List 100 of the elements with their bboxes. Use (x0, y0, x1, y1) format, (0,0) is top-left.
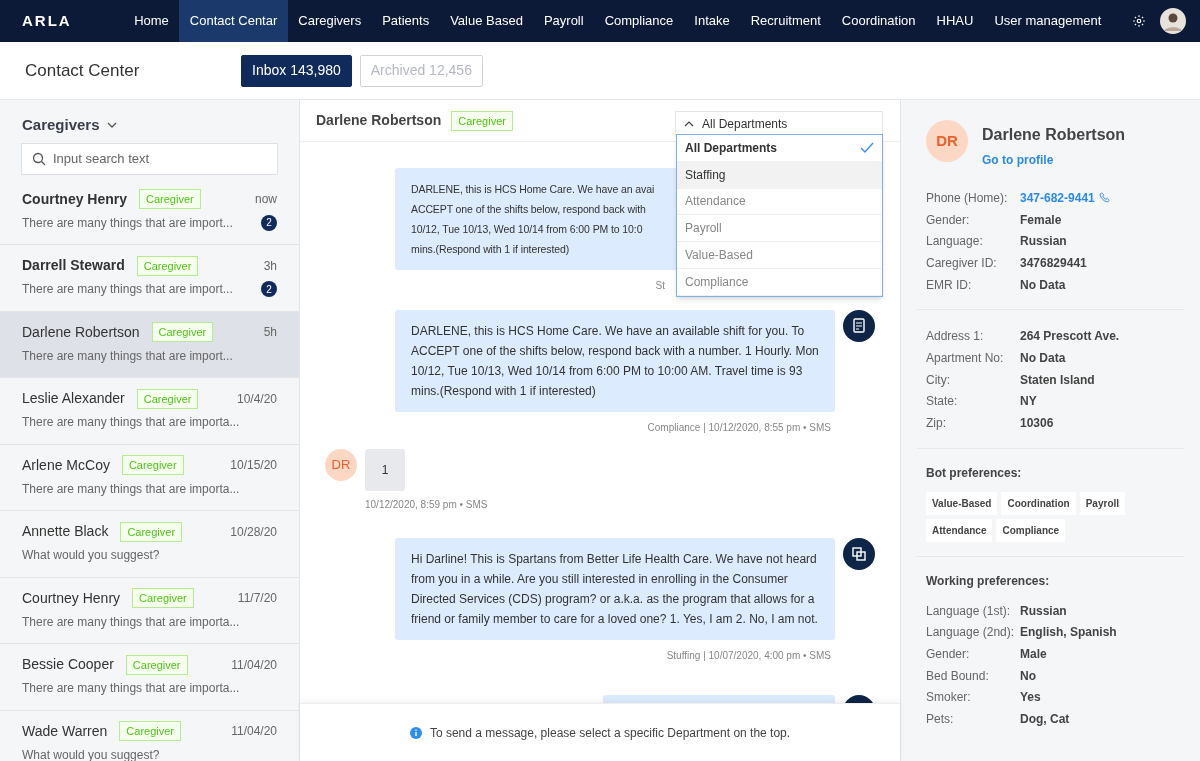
section-title: Working preferences: (926, 572, 1051, 590)
avatar[interactable] (1160, 8, 1186, 34)
nav-item[interactable]: Intake (683, 0, 741, 42)
contact-name: Courtney Henry (22, 588, 121, 608)
settings-icon[interactable] (1132, 14, 1146, 28)
check-icon (860, 141, 874, 154)
message-preview: There are many things that are import... (22, 281, 234, 298)
conversation-item[interactable]: Wade Warren Caregiver 11/04/20 What would you suggest? (0, 710, 299, 761)
field-value: 10306 (1020, 415, 1054, 433)
field-value: 264 Prescott Ave. (1020, 328, 1120, 346)
conversation-item[interactable]: Darrell Steward Caregiver 3h There are many things that are import... 2 (0, 245, 299, 312)
department-option[interactable]: Staffing (677, 161, 882, 189)
timestamp: 10/28/20 (230, 523, 277, 541)
list-title: Caregivers (22, 115, 100, 135)
nav-item[interactable]: HHAU (926, 0, 984, 42)
nav-item[interactable]: Home (123, 0, 180, 42)
nav-item[interactable]: Contact Centar (179, 0, 288, 42)
conversation-item[interactable]: Courtney Henry Caregiver 11/7/20 There are many things that are importa... (0, 577, 299, 644)
field-label: Zip: (926, 415, 947, 433)
conversation-item[interactable]: Annette Black Caregiver 10/28/20 What would you suggest? (0, 511, 299, 578)
field-value: 3476829441 (1020, 254, 1087, 272)
conversation-item[interactable]: Bessie Cooper Caregiver 11/04/20 There are many things that are importa... (0, 644, 299, 711)
nav-item[interactable]: Value Based (439, 0, 534, 42)
department-option[interactable]: Attendance (677, 188, 882, 216)
field-value: Russian (1020, 602, 1067, 620)
field-label: Caregiver ID: (926, 254, 998, 272)
nav-item[interactable]: Compliance (594, 0, 684, 42)
contact-name: Darrell Steward (22, 256, 125, 275)
contact-name: Wade Warren (22, 721, 108, 741)
message-preview: There are many things that are importa... (22, 680, 241, 697)
field-value: NY (1020, 393, 1037, 411)
conversation-item[interactable]: Arlene McCoy Caregiver 10/15/20 There are many things that are importa... (0, 444, 299, 511)
timestamp: 10/15/20 (230, 457, 277, 474)
section-title: Bot preferences: (926, 464, 1023, 482)
field-label: Pets: (926, 711, 955, 729)
nav-item[interactable]: Recruitment (740, 0, 832, 42)
copy-icon[interactable] (843, 538, 875, 570)
chat-contact-name: Darlene Robertson (316, 111, 442, 130)
preference-chip: Value-Based (926, 491, 998, 515)
timestamp: 11/04/20 (231, 656, 277, 674)
nav-item[interactable]: Payroll (533, 0, 595, 42)
message-meta: Compliance | 10/12/2020, 8:55 pm • SMS (647, 421, 831, 435)
message-meta: 10/12/2020, 8:59 pm • SMS (365, 498, 489, 512)
profile-avatar: DR (926, 120, 968, 162)
department-option[interactable]: All Departments (677, 135, 882, 162)
field-label: Apartment No: (926, 349, 1005, 367)
inbox-tab[interactable]: Inbox 143,980 (241, 54, 352, 87)
message-bubble: DARLENE, this is HCS Home Care. We have an available shift for you. To ACCEPT one of the shifts below, respond back with a number. 1 Hourly. Mon 10/12, Tue 10/13, Wed 10/14 from 6:00 PM to 10:00 AM. Travel time is 93 mins.(Respond with 1 if interested) (395, 310, 835, 412)
message-meta: Stuffing | 10/07/2020, 4:00 pm • SMS (666, 649, 831, 663)
notice-text: To send a message, please select a specific Department on the top. (429, 724, 791, 742)
message-preview: What would you suggest? (22, 746, 161, 761)
page-title: Contact Center (24, 59, 141, 82)
contact-name: Courtney Henry (22, 189, 128, 209)
field-label: State: (926, 393, 959, 411)
search-field[interactable]: Input search text (21, 142, 278, 175)
conversation-item[interactable]: Leslie Alexander Caregiver 10/4/20 There are many things that are importa... (0, 378, 299, 445)
message-preview: There are many things that are import... (22, 214, 234, 232)
nav-item[interactable]: User management (983, 0, 1112, 42)
field-label: Language: (926, 233, 984, 251)
message-preview: There are many things that are importa... (22, 613, 241, 631)
caregiver-tag: Caregiver (136, 255, 199, 276)
department-option[interactable]: Value-Based (677, 242, 882, 269)
message-preview: There are many things that are importa... (22, 480, 241, 498)
nav-item[interactable]: Patients (371, 0, 440, 42)
message-bubble: Hi Darline! This is Spartans from Better Life Health Care. We have not heard from you in a while. Are you still interested in enrolling in the Consumer Directed Services (CDS) program? or a.k.a. as the program that allows for a friend or family member to care for a loved one? 1. Yes, I am 2. No, I am not. (395, 538, 835, 640)
document-icon[interactable] (843, 310, 875, 342)
contact-name: Annette Black (22, 522, 109, 541)
caregiver-tag: Caregiver (125, 654, 188, 675)
timestamp: now (255, 191, 277, 208)
caregiver-tag: Caregiver (139, 189, 201, 209)
field-label: EMR ID: (926, 276, 973, 294)
message-meta: St (655, 279, 665, 293)
timestamp: 5h (263, 324, 277, 341)
field-value: No Data (1020, 276, 1066, 294)
field-label: Gender: (926, 211, 971, 229)
field-label: Language (2nd): (926, 624, 1016, 642)
department-option[interactable]: Payroll (677, 215, 882, 243)
field-label: Smoker: (926, 689, 972, 707)
department-select[interactable]: All Departments (675, 110, 883, 137)
nav-item[interactable]: Caregivers (287, 0, 372, 42)
conversation-item[interactable]: Courtney Henry Caregiver now There are many things that are import... 2 (0, 178, 299, 245)
timestamp: 10/4/20 (236, 390, 277, 408)
message-preview: There are many things that are import... (22, 347, 234, 365)
info-icon (409, 726, 422, 739)
field-label: City: (926, 371, 951, 389)
field-label: Gender: (926, 646, 971, 664)
preference-chip: Compliance (996, 518, 1066, 542)
field-label: Address 1: (926, 328, 985, 346)
contact-name: Leslie Alexander (22, 389, 125, 408)
field-value: English, Spanish (1020, 624, 1117, 642)
field-value: No Data (1020, 349, 1066, 367)
conversation-item[interactable]: Darlene Robertson Caregiver 5h There are many things that are import... (0, 311, 299, 378)
nav-item[interactable]: Coordination (831, 0, 927, 42)
field-value: Female (1020, 211, 1062, 229)
caregiver-tag: Caregiver (136, 388, 199, 409)
preference-chip: Payroll (1079, 491, 1126, 515)
message-bubble: 1 (365, 449, 405, 491)
department-option[interactable]: Compliance (677, 269, 882, 296)
timestamp: 11/04/20 (231, 723, 277, 740)
caregiver-tag: Caregiver (451, 110, 513, 131)
